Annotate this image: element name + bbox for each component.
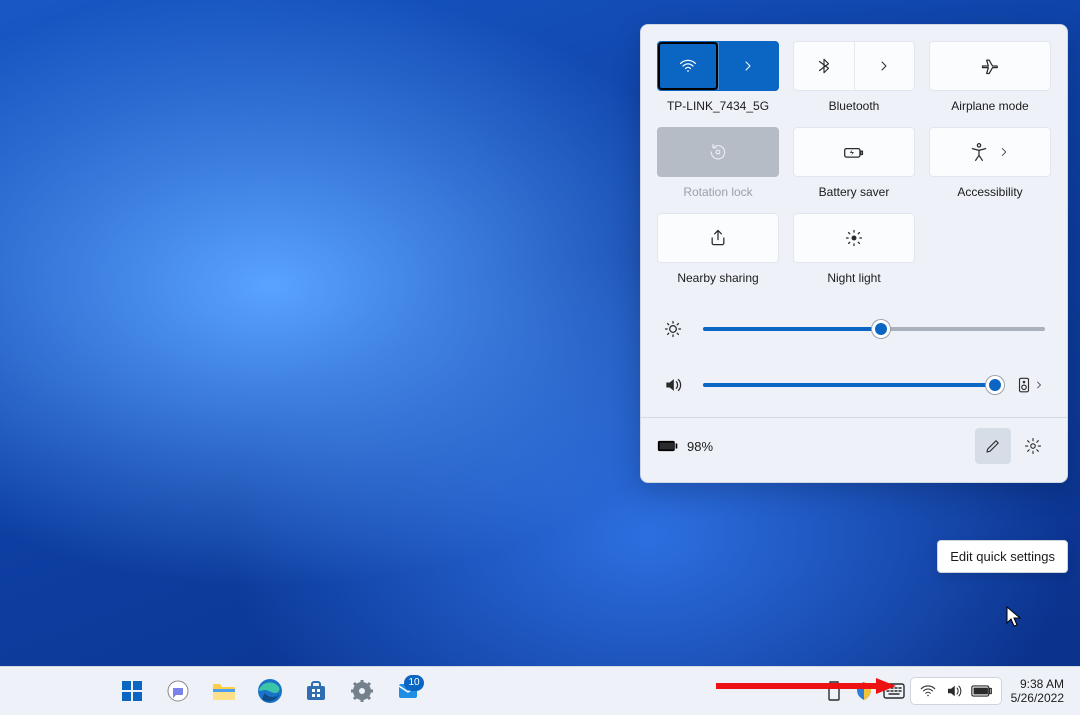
tooltip-edit-quick-settings: Edit quick settings xyxy=(937,540,1068,573)
store-icon xyxy=(304,679,328,703)
battery-saver-button[interactable] xyxy=(793,127,915,177)
edit-quick-settings-button[interactable] xyxy=(975,428,1011,464)
volume-icon xyxy=(663,375,683,395)
battery-icon xyxy=(971,684,993,698)
mail-button[interactable]: 10 xyxy=(388,671,428,711)
tile-night-light: Night light xyxy=(793,213,915,285)
accessibility-button[interactable] xyxy=(929,127,1051,177)
rotation-lock-button xyxy=(657,127,779,177)
pencil-icon xyxy=(984,437,1002,455)
airplane-label: Airplane mode xyxy=(951,99,1028,113)
battery-status[interactable]: 98% xyxy=(657,439,713,454)
taskbar: 10 xyxy=(0,666,1080,715)
quick-settings-tiles: TP-LINK_7434_5G Bluetooth xyxy=(657,41,1051,285)
wifi-icon xyxy=(919,682,937,700)
start-button[interactable] xyxy=(112,671,152,711)
system-tray: 9:38 AM 5/26/2022 xyxy=(821,671,1080,711)
night-light-button[interactable] xyxy=(793,213,915,263)
wifi-toggle-button[interactable] xyxy=(657,41,779,91)
wifi-expand-half[interactable] xyxy=(718,42,779,90)
settings-button[interactable] xyxy=(342,671,382,711)
nearby-sharing-label: Nearby sharing xyxy=(677,271,758,285)
audio-output-button[interactable] xyxy=(1015,376,1045,394)
tray-usb-icon[interactable] xyxy=(821,671,847,711)
rotation-lock-label: Rotation lock xyxy=(683,185,752,199)
airplane-icon xyxy=(980,56,1000,76)
keyboard-icon xyxy=(883,683,905,699)
tile-wifi: TP-LINK_7434_5G xyxy=(657,41,779,113)
shield-icon xyxy=(855,681,873,701)
tile-bluetooth: Bluetooth xyxy=(793,41,915,113)
wifi-toggle-half[interactable] xyxy=(658,42,718,90)
taskbar-pinned-apps: 10 xyxy=(112,671,428,711)
volume-icon xyxy=(945,682,963,700)
chat-button[interactable] xyxy=(158,671,198,711)
bluetooth-icon xyxy=(815,57,833,75)
tile-airplane: Airplane mode xyxy=(929,41,1051,113)
gear-icon xyxy=(1024,437,1042,455)
nearby-sharing-button[interactable] xyxy=(657,213,779,263)
chevron-right-icon xyxy=(740,58,756,74)
airplane-toggle-button[interactable] xyxy=(929,41,1051,91)
battery-saver-label: Battery saver xyxy=(819,185,890,199)
volume-slider-row xyxy=(663,375,1045,395)
tile-accessibility: Accessibility xyxy=(929,127,1051,199)
tray-quick-settings-button[interactable] xyxy=(911,678,1001,704)
brightness-slider-row xyxy=(663,319,1045,339)
rotation-lock-icon xyxy=(708,142,728,162)
store-button[interactable] xyxy=(296,671,336,711)
mail-badge: 10 xyxy=(404,675,424,691)
all-settings-button[interactable] xyxy=(1015,428,1051,464)
bluetooth-toggle-half[interactable] xyxy=(794,42,854,90)
night-light-label: Night light xyxy=(827,271,880,285)
bluetooth-toggle-button[interactable] xyxy=(793,41,915,91)
tray-security-icon[interactable] xyxy=(851,671,877,711)
tile-rotation-lock: Rotation lock xyxy=(657,127,779,199)
bluetooth-label: Bluetooth xyxy=(829,99,880,113)
chevron-right-icon xyxy=(997,145,1011,159)
taskbar-clock[interactable]: 9:38 AM 5/26/2022 xyxy=(1005,677,1070,705)
file-explorer-button[interactable] xyxy=(204,671,244,711)
volume-slider[interactable] xyxy=(703,377,995,393)
tray-touch-keyboard-button[interactable] xyxy=(881,671,907,711)
share-icon xyxy=(708,228,728,248)
battery-saver-icon xyxy=(843,142,865,162)
tile-battery-saver: Battery saver xyxy=(793,127,915,199)
flyout-footer: 98% xyxy=(641,417,1067,474)
gear-icon xyxy=(350,679,374,703)
chevron-right-icon xyxy=(1033,379,1045,391)
clock-date: 5/26/2022 xyxy=(1011,691,1064,705)
brightness-slider[interactable] xyxy=(703,321,1045,337)
battery-icon xyxy=(657,439,679,453)
chat-icon xyxy=(166,679,190,703)
clock-time: 9:38 AM xyxy=(1020,677,1064,691)
accessibility-icon xyxy=(969,142,989,162)
bluetooth-expand-half[interactable] xyxy=(854,42,915,90)
usb-drive-icon xyxy=(826,681,842,701)
folder-icon xyxy=(211,680,237,702)
tile-nearby-sharing: Nearby sharing xyxy=(657,213,779,285)
quick-settings-flyout: TP-LINK_7434_5G Bluetooth xyxy=(640,24,1068,483)
wifi-label: TP-LINK_7434_5G xyxy=(667,99,769,113)
brightness-icon xyxy=(663,319,683,339)
audio-output-icon xyxy=(1015,376,1033,394)
chevron-right-icon xyxy=(876,58,892,74)
tooltip-text: Edit quick settings xyxy=(950,549,1055,564)
wifi-icon xyxy=(678,56,698,76)
battery-percent-text: 98% xyxy=(687,439,713,454)
windows-logo-icon xyxy=(120,679,144,703)
edge-button[interactable] xyxy=(250,671,290,711)
night-light-icon xyxy=(844,228,864,248)
edge-icon xyxy=(257,678,283,704)
accessibility-label: Accessibility xyxy=(957,185,1022,199)
